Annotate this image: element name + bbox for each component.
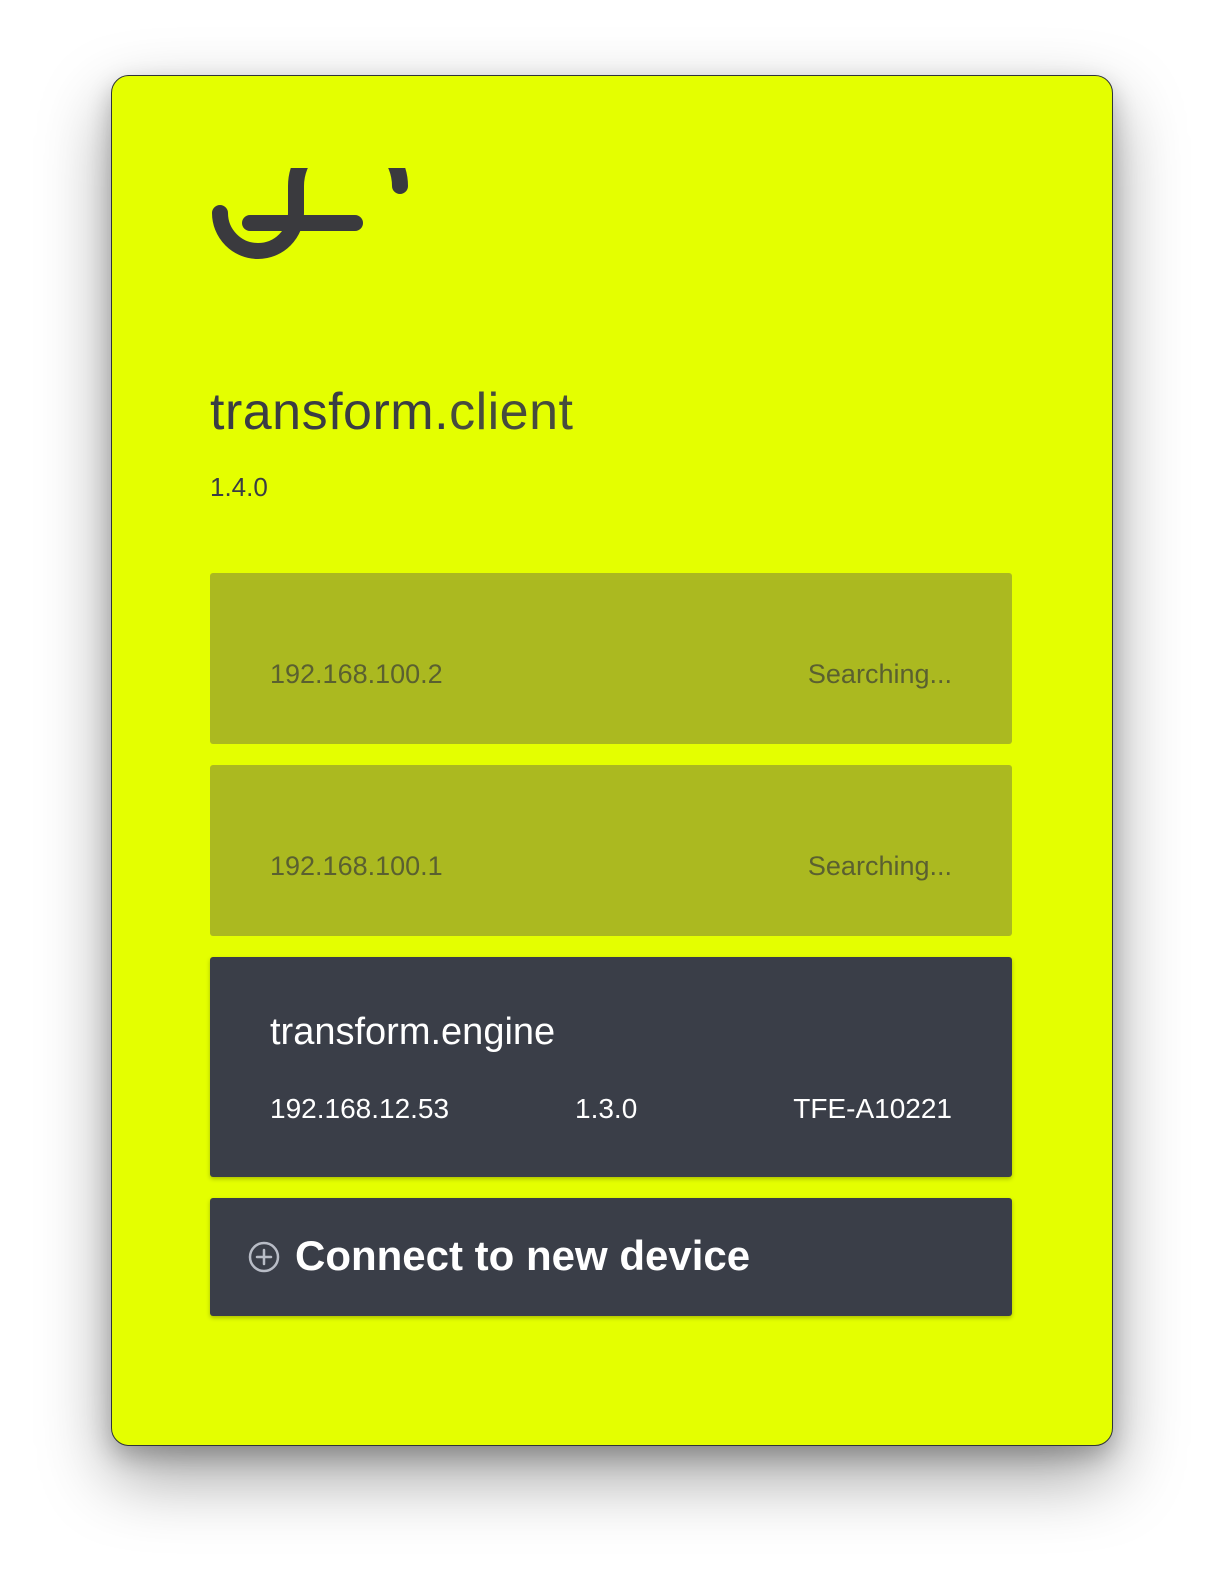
plus-circle-icon [248,1241,280,1273]
device-card-connected[interactable]: transform.engine 192.168.12.53 1.3.0 TFE… [210,957,1012,1177]
app-title: transform.client [210,386,573,438]
device-name-product: engine [441,1011,556,1053]
app-version: 1.4.0 [210,472,268,502]
app-title-product: client [449,383,574,441]
device-status: Searching... [807,851,952,881]
device-details: 192.168.12.53 1.3.0 TFE-A10221 [270,1095,952,1127]
device-card-searching[interactable]: 192.168.100.2 Searching... [210,573,1012,744]
device-ip: 192.168.12.53 [270,1093,450,1124]
app-window: transform.client 1.4.0 192.168.100.2 Sea… [111,75,1113,1446]
device-version: 1.3.0 [575,1093,638,1124]
device-name: transform.engine [270,1013,555,1051]
device-ip: 192.168.100.1 [270,851,443,881]
app-title-brand: transform. [210,383,450,441]
device-serial: TFE-A10221 [793,1093,952,1124]
device-ip: 192.168.100.2 [270,659,443,689]
transform-logo-icon [212,168,408,259]
device-card-searching[interactable]: 192.168.100.1 Searching... [210,765,1012,936]
connect-new-device-button[interactable]: Connect to new device [210,1198,1012,1316]
connect-new-device-label: Connect to new device [295,1232,751,1279]
device-status: Searching... [807,659,952,689]
device-list: 192.168.100.2 Searching... 192.168.100.1… [210,573,1012,1316]
device-name-brand: transform. [270,1011,442,1053]
